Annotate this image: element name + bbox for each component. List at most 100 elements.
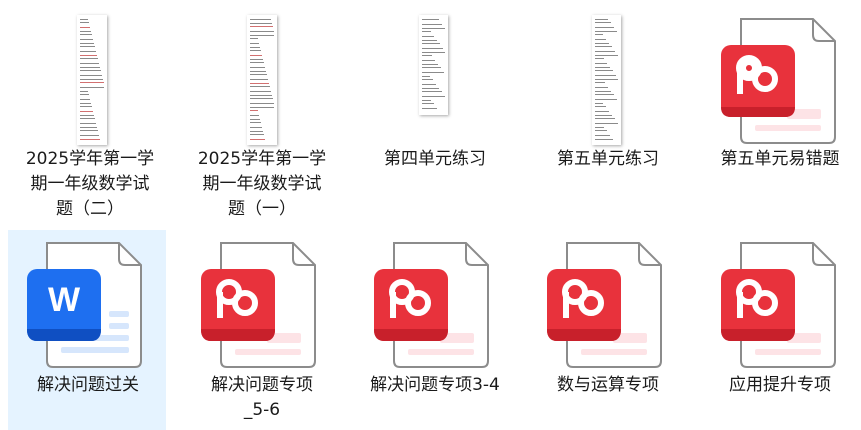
file-item[interactable]: 应用提升专项: [700, 230, 858, 430]
thumbnail-text-line: [422, 108, 437, 109]
file-item-selected[interactable]: W 解决问题过关: [8, 230, 166, 430]
thumbnail-page: [419, 15, 448, 115]
file-item[interactable]: 2025学年第一学 期一年级数学试 题（二）: [10, 8, 169, 219]
thumbnail-text-line: [80, 27, 90, 28]
thumbnail-text-line: [422, 52, 445, 53]
thumbnail-page: [77, 15, 107, 145]
thumbnail-text-line: [80, 46, 95, 47]
thumbnail-text-line: [80, 127, 97, 128]
thumbnail-text-line: [595, 118, 615, 119]
thumbnail-text-line: [595, 99, 617, 100]
thumbnail-text-line: [422, 88, 439, 89]
thumbnail-text-line: [80, 118, 95, 119]
thumbnail-text-line: [422, 48, 443, 49]
thumbnail-text-line: [250, 26, 273, 27]
thumbnail-text-line: [595, 43, 609, 44]
thumbnail-text-line: [80, 58, 98, 59]
thumbnail-text-line: [595, 127, 604, 128]
thumbnail-text-line: [595, 22, 611, 23]
thumbnail-text-line: [595, 27, 614, 28]
thumbnail-text-line: [595, 55, 618, 56]
file-item[interactable]: 数与运算专项: [528, 230, 686, 430]
thumbnail-text-line: [595, 34, 603, 35]
thumbnail-text-line: [422, 96, 445, 97]
thumbnail-text-line: [422, 19, 439, 20]
thumbnail-text-line: [250, 131, 263, 132]
thumbnail-text-line: [595, 139, 613, 140]
thumbnail-text-line: [595, 111, 609, 112]
thumbnail-text-line: [80, 123, 96, 124]
svg-text:W: W: [48, 281, 81, 319]
file-name: 2025学年第一学 期一年级数学试 题（一）: [197, 149, 327, 219]
thumbnail-text-line: [80, 51, 96, 52]
thumbnail-text-line: [80, 91, 88, 92]
thumbnail-text-line: [80, 87, 104, 88]
thumbnail-text-line: [422, 103, 434, 104]
thumbnail-text-line: [80, 139, 100, 140]
thumbnail-text-line: [250, 79, 268, 80]
file-item[interactable]: 第四单元练习: [355, 8, 513, 208]
thumbnail-text-line: [595, 46, 612, 47]
thumbnail-text-line: [80, 135, 99, 136]
thumbnail-text-line: [422, 36, 434, 37]
thumbnail-text-line: [80, 39, 93, 40]
thumbnail-text-line: [422, 79, 433, 80]
document-page-icon: [11, 9, 169, 157]
thumbnail-text-line: [250, 59, 263, 60]
thumbnail-text-line: [80, 106, 92, 107]
thumbnail-text-line: [250, 95, 272, 96]
thumbnail-text-line: [80, 63, 99, 64]
thumbnail-text-line: [80, 99, 90, 100]
thumbnail-text-line: [250, 122, 261, 123]
thumbnail-text-line: [595, 79, 618, 80]
file-name: 第五单元练习: [557, 149, 659, 169]
file-item[interactable]: 第五单元易错题: [700, 8, 858, 208]
thumbnail-text-line: [80, 111, 93, 112]
thumbnail-text-line: [595, 19, 608, 20]
file-item[interactable]: 2025学年第一学 期一年级数学试 题（一）: [182, 8, 341, 219]
thumbnail-text-line: [422, 24, 442, 25]
thumbnail-text-line: [80, 130, 98, 131]
thumbnail-text-line: [595, 39, 606, 40]
thumbnail-text-line: [595, 91, 611, 92]
thumbnail-text-line: [250, 119, 260, 120]
thumbnail-text-line: [595, 75, 616, 76]
thumbnail-text-line: [595, 115, 612, 116]
file-item[interactable]: 解决问题专项3-4: [355, 230, 513, 430]
thumbnail-text-line: [595, 94, 614, 95]
thumbnail-text-line: [595, 106, 606, 107]
file-name: 解决问题过关: [37, 375, 139, 395]
file-item[interactable]: 第五单元练习: [528, 8, 686, 208]
thumbnail-text-line: [250, 83, 269, 84]
thumbnail-text-line: [80, 55, 97, 56]
thumbnail-page: [592, 15, 621, 145]
thumbnail-text-line: [422, 28, 445, 29]
wps-pdf-icon: [701, 9, 859, 157]
thumbnail-text-line: [250, 71, 266, 72]
thumbnail-text-line: [250, 91, 271, 92]
thumbnail-text-line: [80, 34, 92, 35]
thumbnail-text-line: [250, 98, 273, 99]
thumbnail-text-line: [80, 70, 101, 71]
thumbnail-text-line: [80, 103, 91, 104]
thumbnail-text-line: [80, 115, 94, 116]
thumbnail-text-line: [250, 38, 258, 39]
thumbnail-text-line: [250, 50, 261, 51]
wps-pdf-icon: [356, 231, 514, 379]
document-page-icon: [183, 9, 341, 157]
word-icon: W: [9, 231, 167, 379]
thumbnail-text-line: [250, 139, 265, 140]
thumbnail-text-line: [250, 35, 274, 36]
thumbnail-text-line: [80, 67, 100, 68]
thumbnail-text-line: [595, 82, 605, 83]
wps-pdf-icon: [183, 231, 341, 379]
thumbnail-text-line: [80, 94, 89, 95]
thumbnail-text-line: [595, 58, 604, 59]
thumbnail-text-line: [595, 87, 608, 88]
thumbnail-text-line: [595, 103, 603, 104]
thumbnail-text-line: [422, 43, 440, 44]
thumbnail-text-line: [250, 19, 271, 20]
thumbnail-text-line: [422, 40, 437, 41]
thumbnail-text-line: [250, 31, 274, 32]
file-item[interactable]: 解决问题专项 _5-6: [182, 230, 340, 430]
